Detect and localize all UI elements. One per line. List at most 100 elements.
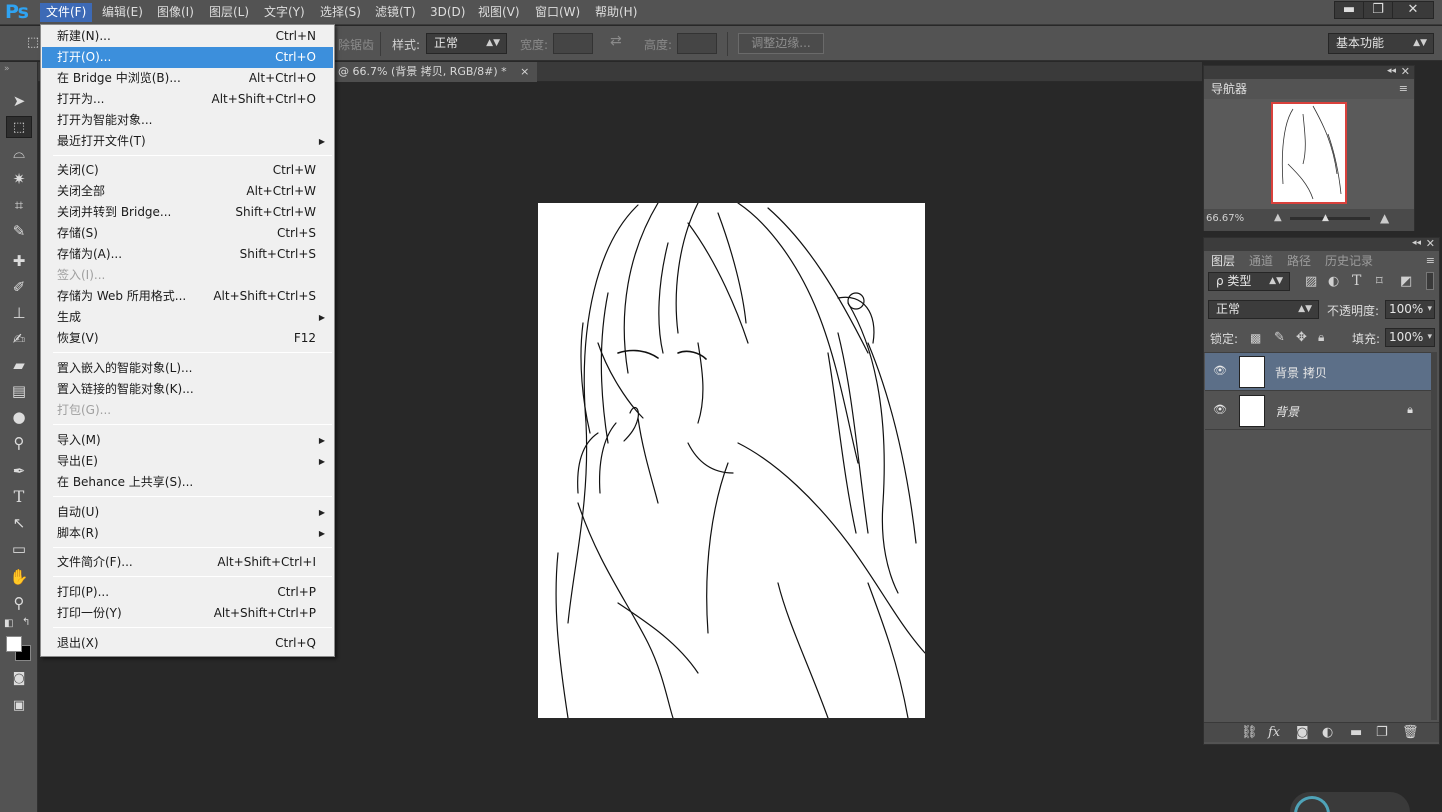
close-tab-icon[interactable]: × (520, 65, 529, 78)
close-panel-icon[interactable]: ✕ (1401, 65, 1410, 78)
menu-file-info[interactable]: 文件简介(F)... Alt+Shift+Ctrl+I (42, 552, 333, 573)
default-colors-icon[interactable]: ◧ (4, 618, 13, 629)
tab-layers[interactable]: 图层 (1205, 252, 1242, 271)
brush-icon[interactable]: ✐ (6, 276, 32, 298)
menu-exit[interactable]: 退出(X) Ctrl+Q (42, 633, 333, 654)
minimize-button[interactable]: ▬ (1334, 1, 1364, 19)
width-input[interactable] (553, 33, 593, 54)
delete-layer-icon[interactable]: 🗑︎ (1402, 725, 1419, 740)
restore-button[interactable]: ❐ (1363, 1, 1393, 19)
magic-wand-icon[interactable]: ✷ (6, 168, 32, 190)
menu-export[interactable]: 导出(E) ▶ (42, 451, 333, 472)
layer-name[interactable]: 背景 (1275, 403, 1299, 420)
hand-icon[interactable]: ✋ (6, 566, 32, 588)
pen-icon[interactable]: ✒ (6, 460, 32, 482)
menu-save-for-web[interactable]: 存储为 Web 所用格式... Alt+Shift+Ctrl+S (42, 286, 333, 307)
menu-file[interactable]: 文件(F) (40, 3, 93, 22)
foreground-color-swatch[interactable] (6, 636, 22, 652)
document-canvas[interactable] (538, 203, 925, 718)
zoom-level[interactable]: 66.67% (1206, 213, 1244, 224)
opacity-input[interactable]: 100% ▾ (1385, 300, 1435, 319)
menu-open-as[interactable]: 打开为... Alt+Shift+Ctrl+O (42, 89, 333, 110)
menu-generate[interactable]: 生成 ▶ (42, 307, 333, 328)
healing-brush-icon[interactable]: ✚ (6, 250, 32, 272)
link-layers-icon[interactable]: ⛓︎ (1241, 725, 1258, 740)
lock-all-icon[interactable]: 🔒︎ (1318, 330, 1324, 345)
menu-3d[interactable]: 3D(D) (424, 3, 471, 22)
menu-close-all[interactable]: 关闭全部 Alt+Ctrl+W (42, 181, 333, 202)
zoom-icon[interactable]: ⚲ (6, 592, 32, 614)
layer-row-background[interactable]: 👁︎ 背景 🔒︎ (1205, 392, 1431, 430)
menu-edit[interactable]: 编辑(E) (96, 3, 149, 22)
layer-style-fx-icon[interactable]: fx (1268, 725, 1280, 740)
menu-scripts[interactable]: 脚本(R) ▶ (42, 523, 333, 544)
menu-help[interactable]: 帮助(H) (589, 3, 643, 22)
adjustment-layer-icon[interactable]: ◐ (1322, 725, 1333, 740)
quick-mask-icon[interactable]: ◙ (6, 668, 32, 690)
menu-close-go-bridge[interactable]: 关闭并转到 Bridge... Shift+Ctrl+W (42, 202, 333, 223)
menu-place-embedded[interactable]: 置入嵌入的智能对象(L)... (42, 358, 333, 379)
menu-type[interactable]: 文字(Y) (258, 3, 311, 22)
menu-filter[interactable]: 滤镜(T) (369, 3, 422, 22)
history-brush-icon[interactable]: ✍ (6, 328, 32, 350)
layer-filter-select[interactable]: ρ 类型 ▲▼ (1208, 272, 1290, 291)
menu-share-behance[interactable]: 在 Behance 上共享(S)... (42, 472, 333, 493)
swap-colors-icon[interactable]: ↰ (22, 617, 30, 628)
layer-name[interactable]: 背景 拷贝 (1275, 364, 1327, 381)
collapse-panel-icon[interactable]: ◂◂ (1387, 66, 1396, 76)
filter-shape-icon[interactable]: ⌑ (1376, 274, 1383, 289)
workspace-select[interactable]: 基本功能 ▲▼ (1328, 33, 1434, 54)
blend-mode-select[interactable]: 正常 ▲▼ (1208, 300, 1319, 319)
eraser-icon[interactable]: ▰ (6, 354, 32, 376)
height-input[interactable] (677, 33, 717, 54)
type-tool-icon[interactable]: T (6, 486, 32, 508)
lasso-icon[interactable]: ⌓ (6, 142, 32, 164)
lock-transparent-icon[interactable]: ▩ (1250, 331, 1261, 345)
rectangular-marquee-icon[interactable]: ⬚ (6, 116, 32, 138)
close-panel-icon[interactable]: ✕ (1426, 237, 1435, 250)
collapse-panel-icon[interactable]: ◂◂ (1412, 238, 1421, 248)
refine-edge-button[interactable]: 调整边缘... (738, 33, 824, 54)
menu-revert[interactable]: 恢复(V) F12 (42, 328, 333, 349)
menu-import[interactable]: 导入(M) ▶ (42, 430, 333, 451)
menu-layer[interactable]: 图层(L) (203, 3, 255, 22)
menu-save-as[interactable]: 存储为(A)... Shift+Ctrl+S (42, 244, 333, 265)
visibility-eye-icon[interactable]: 👁︎ (1213, 403, 1227, 417)
move-tool-icon[interactable]: ➤ (6, 90, 32, 112)
fill-input[interactable]: 100% ▾ (1385, 328, 1435, 347)
menu-open[interactable]: 打开(O)... Ctrl+O (42, 47, 333, 68)
clone-stamp-icon[interactable]: ⊥ (6, 302, 32, 324)
navigator-thumbnail[interactable] (1271, 102, 1347, 204)
tab-navigator[interactable]: 导航器 (1205, 80, 1254, 99)
filter-type-icon[interactable]: T (1352, 273, 1361, 289)
tab-history[interactable]: 历史记录 (1319, 252, 1379, 271)
lock-image-icon[interactable]: ✎ (1274, 330, 1285, 345)
document-tab[interactable]: @ 66.7% (背景 拷贝, RGB/8#) * × (334, 62, 538, 82)
close-window-button[interactable]: ✕ (1392, 1, 1434, 19)
menu-open-smart-object[interactable]: 打开为智能对象... (42, 110, 333, 131)
visibility-eye-icon[interactable]: 👁︎ (1213, 364, 1227, 378)
style-select[interactable]: 正常 ▲▼ (426, 33, 507, 54)
zoom-slider-track[interactable] (1290, 217, 1370, 220)
zoom-slider-thumb[interactable]: ▲ (1322, 213, 1329, 223)
new-group-icon[interactable]: ▬ (1350, 725, 1362, 740)
menu-view[interactable]: 视图(V) (472, 3, 526, 22)
menu-print[interactable]: 打印(P)... Ctrl+P (42, 582, 333, 603)
menu-print-one-copy[interactable]: 打印一份(Y) Alt+Shift+Ctrl+P (42, 603, 333, 624)
screen-mode-icon[interactable]: ▣ (6, 695, 32, 717)
layer-row-background-copy[interactable]: 👁︎ 背景 拷贝 (1205, 353, 1431, 391)
menu-new[interactable]: 新建(N)... Ctrl+N (42, 26, 333, 47)
lock-position-icon[interactable]: ✥ (1296, 330, 1307, 345)
rectangle-shape-icon[interactable]: ▭ (6, 538, 32, 560)
menu-automate[interactable]: 自动(U) ▶ (42, 502, 333, 523)
tab-channels[interactable]: 通道 (1243, 252, 1279, 271)
dodge-icon[interactable]: ⚲ (6, 432, 32, 454)
new-layer-icon[interactable]: ❐ (1376, 725, 1388, 740)
filter-smart-object-icon[interactable]: ◩ (1400, 274, 1412, 289)
menu-browse-bridge[interactable]: 在 Bridge 中浏览(B)... Alt+Ctrl+O (42, 68, 333, 89)
path-selection-icon[interactable]: ↖ (6, 512, 32, 534)
menu-close[interactable]: 关闭(C) Ctrl+W (42, 160, 333, 181)
swap-icon[interactable]: ⇄ (610, 33, 622, 49)
menu-place-linked[interactable]: 置入链接的智能对象(K)... (42, 379, 333, 400)
eyedropper-icon[interactable]: ✎ (6, 220, 32, 242)
